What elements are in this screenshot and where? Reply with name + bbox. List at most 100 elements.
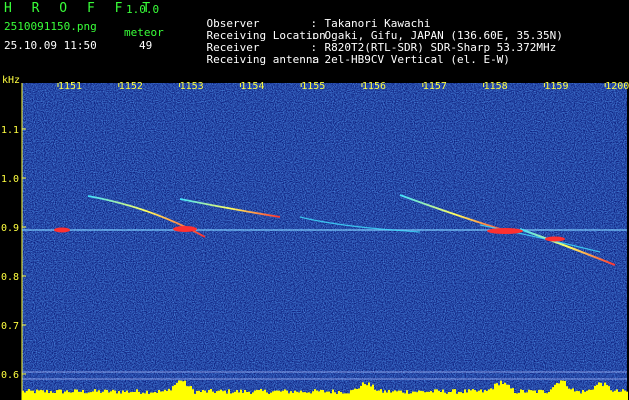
signal-bar [358,388,360,400]
signal-bar [244,389,246,400]
signal-bar [208,390,210,400]
signal-bar [322,389,324,400]
signal-bar [506,384,508,400]
signal-bar [102,391,104,400]
signal-bar [412,391,414,400]
signal-bar [134,391,136,400]
signal-bar [348,393,350,400]
signal-bar [92,391,94,400]
signal-bar [246,391,248,400]
signal-bar [468,389,470,400]
signal-bar [234,391,236,400]
signal-bar [530,390,532,400]
signal-bar [508,384,510,400]
signal-bar [612,391,614,400]
x-tick-label: 1159 [544,81,568,92]
signal-bar [318,391,320,400]
signal-bar [112,389,114,400]
signal-bar [190,386,192,400]
signal-bar [404,393,406,400]
signal-bar [624,390,626,400]
signal-bar [192,389,194,400]
signal-bar [186,386,188,400]
signal-bar [458,391,460,400]
signal-bar [544,392,546,400]
signal-bar [38,390,40,400]
signal-bar [150,392,152,400]
signal-bar [344,393,346,400]
signal-bar [198,390,200,400]
signal-bar [28,389,30,400]
signal-bar [294,390,296,400]
signal-bar [78,391,80,400]
signal-bar [534,390,536,400]
signal-bar [118,391,120,400]
spectrogram: 1.1 1.0 0.9 0.8 0.7 0.6 1151 1152 1153 1154 1155 1… [1,81,629,400]
signal-bar [228,389,230,400]
signal-bar [598,382,600,400]
signal-bar [448,391,450,400]
signal-bar [422,391,424,400]
signal-bar [418,390,420,400]
signal-bar [496,383,498,400]
signal-bar [338,390,340,400]
signal-bar [314,389,316,400]
signal-bar [342,393,344,400]
x-tick-label: 1154 [240,81,264,92]
signal-bar [154,391,156,400]
signal-bar [574,391,576,400]
signal-bar [354,388,356,400]
signal-bar [60,389,62,400]
signal-bar [168,388,170,400]
signal-bar [84,393,86,400]
signal-bar [50,391,52,400]
signal-bar [300,390,302,400]
signal-bar [374,389,376,400]
signal-bar [72,392,74,400]
signal-bar [224,390,226,400]
signal-bar [536,393,538,400]
signal-bar [486,391,488,400]
signal-bar [122,390,124,400]
signal-bar [274,390,276,400]
signal-bar [444,392,446,400]
signal-bar [336,393,338,400]
signal-bar [490,388,492,400]
info-antenna: Receiving antenna: 2el-HB9CV Vertical (el… [206,53,510,66]
signal-bar [454,389,456,400]
signal-bar [590,389,592,400]
info-label: Receiving antenna [206,53,320,66]
x-tick-label: 1157 [423,81,447,92]
signal-bar [398,390,400,400]
signal-bar [408,393,410,400]
signal-bar [548,391,550,400]
signal-bar [588,389,590,400]
signal-bar [572,388,574,400]
signal-bar [568,388,570,400]
signal-bar [518,392,520,400]
signal-bar [436,389,438,400]
signal-bar [328,391,330,400]
signal-bar [162,391,164,400]
signal-bar [442,389,444,400]
app-version: 1.0.0 [126,3,160,16]
signal-bar [250,393,252,400]
signal-bar [182,381,184,400]
signal-bar [188,386,190,400]
signal-bar [256,389,258,400]
signal-bar [22,390,24,400]
signal-bar [44,392,46,400]
y-tick-label: 1.1 [1,125,19,136]
signal-bar [330,393,332,400]
signal-bar [614,390,616,400]
signal-bar [600,382,602,400]
signal-bar [356,389,358,400]
signal-bar [382,392,384,400]
signal-bar [258,390,260,400]
signal-bar [100,392,102,400]
signal-bar [370,386,372,400]
signal-bar [326,391,328,400]
signal-bar [546,393,548,400]
signal-bar [554,384,556,400]
signal-bar [570,389,572,400]
